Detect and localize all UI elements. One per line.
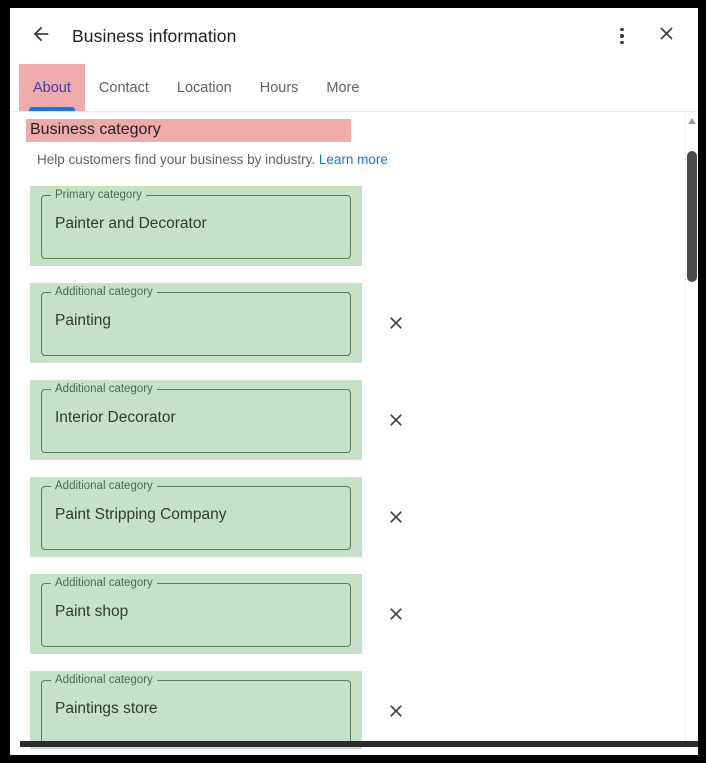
field-legend: Additional category bbox=[51, 479, 157, 493]
field-legend: Additional category bbox=[51, 673, 157, 687]
screen-right-edge bbox=[698, 0, 706, 763]
field-value: Interior Decorator bbox=[55, 409, 176, 426]
category-row: Additional category Paint shop bbox=[10, 574, 698, 654]
section-helper-text: Help customers find your business by ind… bbox=[37, 151, 698, 169]
back-button[interactable] bbox=[21, 16, 61, 56]
field-legend: Additional category bbox=[51, 285, 157, 299]
primary-category-field[interactable]: Primary category Painter and Decorator bbox=[41, 188, 351, 259]
arrow-left-icon bbox=[30, 23, 52, 50]
overflow-menu-button[interactable] bbox=[602, 16, 642, 56]
close-dialog-button[interactable] bbox=[646, 16, 686, 56]
scroll-up-arrow-icon[interactable] bbox=[688, 118, 696, 124]
remove-category-button[interactable] bbox=[376, 497, 416, 537]
additional-category-highlight: Additional category Painting bbox=[30, 283, 362, 363]
remove-category-button[interactable] bbox=[376, 594, 416, 634]
additional-category-highlight: Additional category Paintings store bbox=[30, 671, 362, 749]
additional-category-field[interactable]: Additional category Interior Decorator bbox=[41, 382, 351, 453]
screen-bottom-edge bbox=[0, 755, 706, 763]
additional-category-field[interactable]: Additional category Paint Stripping Comp… bbox=[41, 479, 351, 550]
tab-label: Hours bbox=[259, 79, 299, 96]
category-row: Additional category Paintings store bbox=[10, 671, 698, 749]
additional-category-field[interactable]: Additional category Painting bbox=[41, 285, 351, 356]
business-information-dialog: Business information About Contact Locat… bbox=[10, 8, 698, 755]
tab-label: Location bbox=[176, 79, 232, 96]
tab-label: About bbox=[33, 79, 71, 96]
learn-more-link[interactable]: Learn more bbox=[319, 152, 388, 167]
tab-active-indicator bbox=[29, 107, 75, 111]
dialog-header: Business information bbox=[10, 8, 698, 64]
field-value: Painter and Decorator bbox=[55, 215, 207, 232]
category-row: Primary category Painter and Decorator bbox=[10, 186, 698, 266]
tab-label: Contact bbox=[98, 79, 149, 96]
close-icon bbox=[656, 23, 677, 49]
close-icon bbox=[386, 410, 406, 430]
close-icon bbox=[386, 604, 406, 624]
field-value: Paint Stripping Company bbox=[55, 506, 227, 523]
category-row: Additional category Paint Stripping Comp… bbox=[10, 477, 698, 557]
additional-category-highlight: Additional category Paint shop bbox=[30, 574, 362, 654]
field-value: Painting bbox=[55, 312, 112, 329]
category-row: Additional category Interior Decorator bbox=[10, 380, 698, 460]
field-legend: Additional category bbox=[51, 576, 157, 590]
field-legend: Additional category bbox=[51, 382, 157, 396]
content-scroll-area[interactable]: Business category Help customers find yo… bbox=[10, 113, 698, 749]
scrollbar-thumb[interactable] bbox=[687, 151, 697, 282]
helper-text: Help customers find your business by ind… bbox=[37, 152, 316, 167]
field-legend: Primary category bbox=[51, 188, 146, 202]
vertical-scrollbar[interactable] bbox=[685, 113, 698, 749]
primary-category-highlight: Primary category Painter and Decorator bbox=[30, 186, 362, 266]
tab-more[interactable]: More bbox=[312, 64, 373, 111]
remove-category-button[interactable] bbox=[376, 400, 416, 440]
section-heading: Business category bbox=[26, 119, 351, 142]
tab-bar: About Contact Location Hours More bbox=[10, 64, 698, 112]
close-icon bbox=[386, 507, 406, 527]
category-row: Additional category Painting bbox=[10, 283, 698, 363]
remove-category-button[interactable] bbox=[376, 691, 416, 731]
window-bottom-edge bbox=[20, 741, 698, 747]
close-icon bbox=[386, 701, 406, 721]
tab-hours[interactable]: Hours bbox=[246, 64, 313, 111]
tab-contact[interactable]: Contact bbox=[85, 64, 163, 111]
close-icon bbox=[386, 313, 406, 333]
more-vert-icon bbox=[620, 26, 624, 46]
tab-label: More bbox=[326, 79, 360, 96]
tab-location[interactable]: Location bbox=[163, 64, 246, 111]
remove-category-button[interactable] bbox=[376, 303, 416, 343]
page-title: Business information bbox=[72, 25, 237, 46]
field-value: Paint shop bbox=[55, 603, 129, 620]
additional-category-highlight: Additional category Interior Decorator bbox=[30, 380, 362, 460]
additional-category-field[interactable]: Additional category Paintings store bbox=[41, 673, 351, 744]
field-value: Paintings store bbox=[55, 700, 158, 717]
additional-category-field[interactable]: Additional category Paint shop bbox=[41, 576, 351, 647]
tab-about[interactable]: About bbox=[19, 64, 85, 111]
additional-category-highlight: Additional category Paint Stripping Comp… bbox=[30, 477, 362, 557]
